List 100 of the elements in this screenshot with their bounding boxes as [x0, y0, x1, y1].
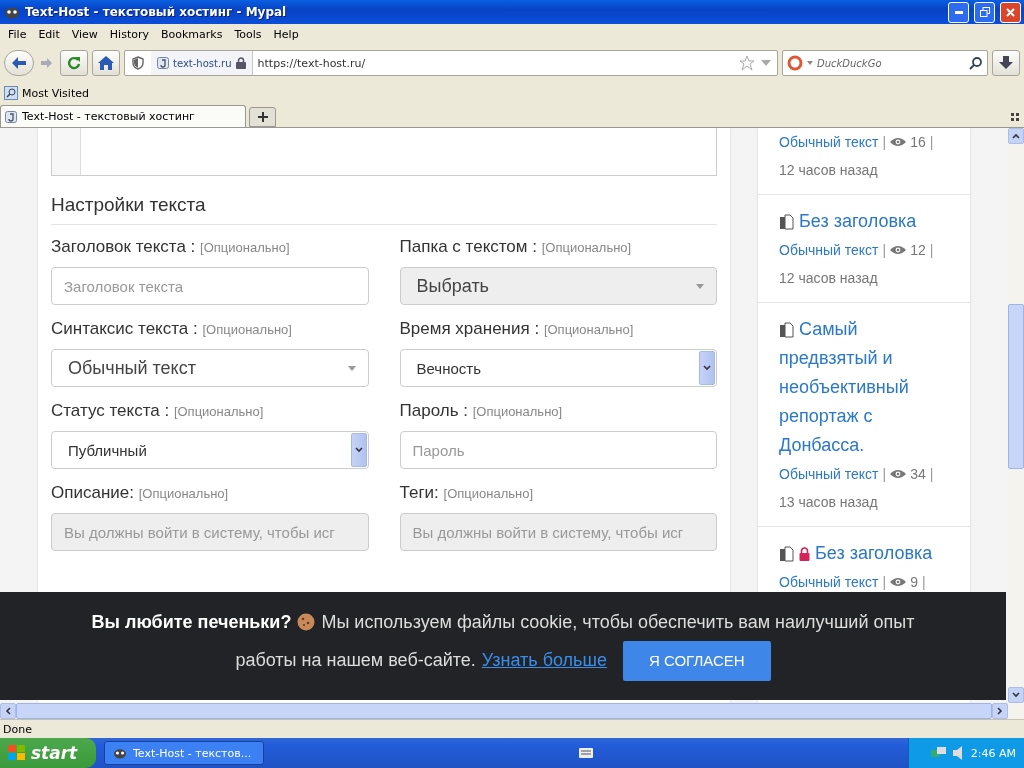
shield-icon — [131, 56, 145, 70]
paste-title-link[interactable]: Без заголовка — [779, 539, 949, 568]
search-icon — [969, 56, 983, 70]
menu-item[interactable]: Tools — [228, 27, 268, 41]
paste-title-link[interactable]: Без заголовка — [779, 207, 949, 236]
separator: | — [882, 573, 887, 592]
menu-item[interactable]: History — [103, 27, 155, 41]
window-title: Text-Host - текстовый хостинг - Mypal — [25, 5, 288, 19]
separator: | — [929, 465, 934, 484]
chevron-left-icon — [5, 707, 11, 715]
separator: | — [929, 241, 934, 260]
field-label: Теги: [Опционально] — [399, 483, 535, 503]
back-arrow-icon — [11, 56, 27, 70]
select-field[interactable]: Вечность — [399, 349, 717, 387]
time-ago: 12 часов назад — [779, 269, 879, 288]
site-favicon — [5, 110, 17, 123]
search-field[interactable]: DuckDuckGo — [782, 50, 988, 76]
browser-tab[interactable]: Text-Host - текстовый хостинг — [0, 105, 246, 127]
status-text: Done — [3, 722, 32, 736]
syntax-link[interactable]: Обычный текст — [779, 460, 879, 488]
lock-icon — [235, 57, 246, 69]
plus-icon — [257, 112, 268, 122]
document-icon — [779, 545, 795, 562]
star-icon — [739, 55, 755, 71]
back-button[interactable] — [4, 50, 34, 76]
paste-title-link[interactable]: Самый предвзятый и необъективный репортаж с Донбасса. — [779, 315, 949, 460]
caret-icon — [807, 61, 813, 65]
folder-search-icon — [4, 86, 18, 100]
url-text: https://text-host.ru/ — [256, 56, 367, 70]
windows-logo-icon — [8, 745, 26, 761]
view-count: 16 — [910, 133, 926, 152]
chevron-up-icon — [1012, 133, 1020, 139]
address-bar[interactable]: text-host.ru https://text-host.ru/ — [124, 50, 778, 76]
restore-button[interactable] — [974, 1, 995, 23]
time-ago: 13 часов назад — [779, 493, 879, 512]
dropdown-icon — [761, 60, 771, 66]
search-engine-icon — [787, 55, 803, 71]
home-button[interactable] — [92, 50, 120, 76]
view-count: 34 — [910, 465, 926, 484]
input-field[interactable]: Пароль — [399, 431, 717, 469]
select-field[interactable]: Обычный текст — [51, 349, 369, 387]
menu-item[interactable]: File — [2, 27, 33, 41]
cookie-question: Вы любите печеньки? — [91, 611, 292, 633]
field-label: Синтаксис текста : [Опционально] — [51, 319, 293, 339]
syntax-link[interactable]: Обычный текст — [779, 128, 879, 156]
separator: | — [882, 241, 887, 260]
chevron-down-icon — [1012, 692, 1020, 698]
separator: | — [882, 133, 887, 152]
field-label: Статус текста : [Опционально] — [51, 401, 265, 421]
vertical-scrollbar[interactable] — [1008, 128, 1024, 703]
field-label: Пароль : [Опционально] — [399, 401, 564, 421]
syntax-link[interactable]: Обычный текст — [779, 568, 879, 596]
minimize-button[interactable] — [948, 1, 969, 23]
app-icon — [113, 747, 127, 759]
field-label: Папка с текстом : [Опционально] — [399, 237, 633, 257]
new-tab-button[interactable] — [249, 107, 276, 127]
document-icon — [779, 321, 795, 338]
eye-icon — [890, 137, 907, 147]
close-icon — [1006, 7, 1015, 17]
minimize-icon — [954, 10, 963, 14]
chevron-down-icon — [703, 365, 711, 371]
menu-item[interactable]: Edit — [32, 27, 66, 41]
speaker-icon — [952, 746, 965, 760]
clock: 2:46 AM — [970, 746, 1016, 760]
lock-icon — [799, 546, 810, 561]
reload-button[interactable] — [60, 50, 88, 76]
menu-item[interactable]: View — [65, 27, 104, 41]
separator: | — [921, 573, 926, 592]
learn-more-link[interactable]: Узнать больше — [481, 650, 607, 671]
select-field[interactable]: Публичный — [51, 431, 369, 469]
keyboard-icon — [579, 748, 593, 758]
site-identity[interactable]: text-host.ru — [151, 51, 253, 75]
bookmark-item[interactable]: Most Visited — [4, 86, 89, 100]
taskbar-button[interactable]: Text-Host - текстов... — [104, 741, 264, 765]
view-count: 9 — [910, 573, 918, 592]
view-count: 12 — [910, 241, 926, 260]
input-field[interactable]: Заголовок текста — [51, 267, 369, 305]
cookie-message: Мы используем файлы cookie, чтобы обеспечить вам наилучший опыт — [321, 611, 915, 633]
caret-icon — [347, 365, 356, 371]
time-ago: 12 часов назад — [779, 161, 879, 180]
cookie-message: работы на нашем веб-сайте. — [235, 650, 476, 671]
separator: | — [929, 133, 934, 152]
syntax-link[interactable]: Обычный текст — [779, 236, 879, 264]
eye-icon — [890, 469, 907, 479]
field-label: Время хранения : [Опционально] — [399, 319, 635, 339]
home-icon — [98, 56, 114, 70]
agree-button[interactable]: Я СОГЛАСЕН — [622, 640, 771, 681]
download-arrow-icon — [999, 56, 1013, 70]
menu-item[interactable]: Help — [267, 27, 305, 41]
network-icon — [930, 746, 947, 760]
field-label: Описание: [Опционально] — [51, 483, 230, 503]
scroll-thumb[interactable] — [1008, 304, 1024, 469]
chevron-right-icon — [997, 707, 1003, 715]
menu-item[interactable]: Bookmarks — [155, 27, 229, 41]
eye-icon — [890, 577, 907, 587]
restore-icon — [979, 7, 990, 17]
download-button[interactable] — [992, 50, 1020, 76]
close-button[interactable] — [1000, 1, 1021, 23]
section-heading: Настройки текста — [51, 194, 717, 225]
forward-arrow-icon — [41, 58, 53, 68]
